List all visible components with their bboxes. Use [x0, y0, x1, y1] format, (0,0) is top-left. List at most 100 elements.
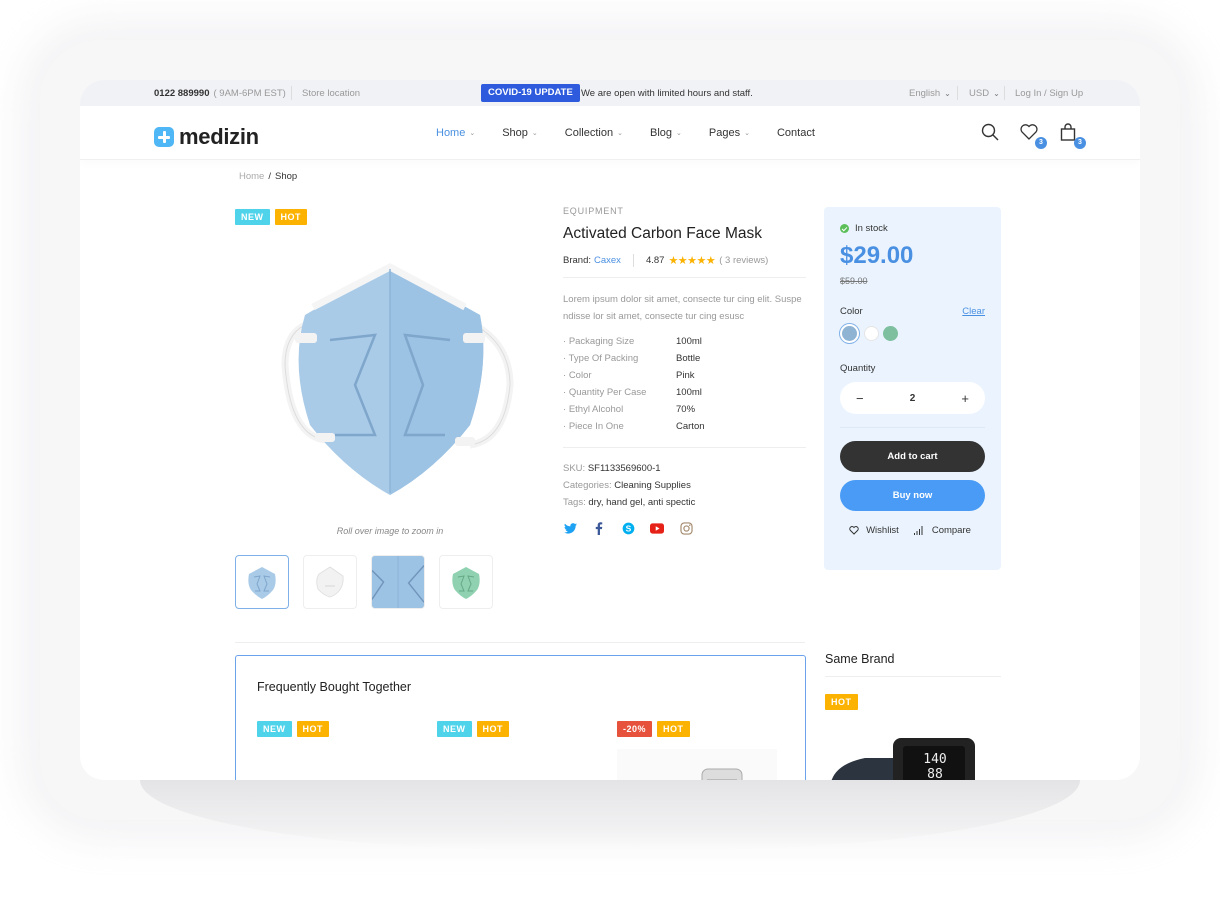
new-tag: NEW — [257, 721, 292, 737]
color-swatch-green[interactable] — [883, 326, 898, 341]
breadcrumb-home[interactable]: Home — [239, 171, 264, 182]
spec-row: Ethyl Alcohol70% — [563, 401, 806, 418]
instagram-icon — [679, 521, 693, 535]
product-info: SKU: SF1133569600-1 Categories: Cleaning… — [563, 460, 806, 511]
heart-icon — [849, 526, 859, 535]
quantity-value[interactable]: 2 — [910, 393, 916, 404]
instagram-share[interactable] — [679, 521, 693, 535]
thumbnail[interactable] — [303, 555, 357, 609]
white-mask-thumb — [316, 566, 344, 598]
nav-label: Blog — [649, 127, 673, 139]
nav-label: Home — [436, 127, 466, 139]
zoom-hint: Roll over image to zoom in — [336, 526, 444, 536]
check-circle-icon — [840, 224, 849, 233]
spec-value: 100ml — [676, 387, 702, 398]
product-title: Activated Carbon Face Mask — [563, 225, 763, 242]
thumbnail[interactable] — [371, 555, 425, 609]
spec-value: Bottle — [676, 353, 701, 364]
nav-label: Contact — [776, 127, 815, 139]
compare-label: Compare — [931, 525, 971, 536]
fbt-product-card[interactable]: NEW HOT — [437, 719, 597, 737]
compare-button[interactable]: Compare — [913, 525, 976, 536]
color-header: Color Clear — [840, 306, 985, 317]
product-description: Lorem ipsum dolor sit amet, consecte tur… — [563, 294, 802, 322]
add-to-cart-button[interactable]: Add to cart — [840, 441, 985, 472]
language-selector[interactable]: English ⌄ — [909, 88, 951, 99]
header-actions: 3 3 — [980, 122, 1097, 149]
nav-item-pages[interactable]: Pages ⌄ — [709, 127, 750, 139]
wishlist-count-badge: 3 — [1035, 137, 1047, 149]
purchase-panel: In stock $29.00 $59.00 Color Clear Quant… — [824, 207, 1001, 570]
color-label: Color — [840, 306, 863, 317]
tags-links[interactable]: dry, hand gel, anti spectic — [588, 497, 695, 508]
divider — [563, 447, 806, 448]
youtube-share[interactable] — [650, 521, 664, 535]
product-details: EQUIPMENT Activated Carbon Face Mask Bra… — [563, 206, 806, 535]
wishlist-button[interactable]: Wishlist — [849, 525, 904, 536]
increase-quantity-button[interactable]: + — [961, 391, 969, 406]
spec-key: Quantity Per Case — [563, 384, 676, 401]
cart-count-badge: 3 — [1074, 137, 1086, 149]
nav-item-home[interactable]: Home ⌄ — [436, 127, 475, 139]
same-brand-product[interactable]: 140 88 — [825, 730, 980, 780]
chevron-down-icon: ⌄ — [617, 130, 623, 137]
cart-button[interactable]: 3 — [1058, 122, 1086, 149]
covid-update-badge[interactable]: COVID-19 UPDATE — [481, 84, 580, 102]
nav-item-shop[interactable]: Shop ⌄ — [502, 127, 538, 139]
divider — [563, 277, 806, 278]
social-share: S — [563, 521, 806, 535]
currency-selector[interactable]: USD ⌄ — [969, 88, 1000, 99]
main-product-image[interactable] — [265, 255, 515, 505]
svg-text:S: S — [625, 523, 631, 533]
buy-now-button[interactable]: Buy now — [840, 480, 985, 511]
wishlist-button[interactable]: 3 — [1019, 122, 1047, 149]
sku-row: SKU: SF1133569600-1 — [563, 460, 806, 477]
thumbnail[interactable] — [439, 555, 493, 609]
wishlist-label: Wishlist — [866, 525, 899, 536]
nav-item-collection[interactable]: Collection ⌄ — [565, 127, 623, 139]
svg-text:140: 140 — [923, 752, 946, 767]
search-button[interactable] — [980, 122, 1002, 144]
fbt-product-card[interactable]: -20% HOT — [617, 719, 777, 780]
section-title: Frequently Bought Together — [257, 680, 412, 694]
compare-bars-icon — [913, 526, 923, 535]
original-price: $59.00 — [840, 276, 868, 286]
main-nav: Home ⌄ Shop ⌄ Collection ⌄ Blog ⌄ Pages ⌄ Con… — [436, 127, 842, 139]
browser-window: 0122 889990( 9AM-6PM EST) Store location… — [80, 80, 1140, 780]
nav-label: Collection — [564, 127, 614, 139]
brand-link[interactable]: Caxex — [594, 255, 621, 266]
business-hours: ( 9AM-6PM EST) — [213, 87, 286, 99]
blue-mask-thumb — [248, 567, 276, 599]
breadcrumb-current: Shop — [274, 171, 298, 182]
twitter-share[interactable] — [563, 521, 577, 535]
quantity-label: Quantity — [840, 363, 876, 374]
skype-share[interactable]: S — [621, 521, 635, 535]
facebook-share[interactable] — [592, 521, 606, 535]
divider — [1004, 86, 1005, 100]
nav-item-contact[interactable]: Contact — [777, 127, 815, 139]
current-price: $29.00 — [840, 242, 914, 269]
hot-tag: HOT — [274, 209, 307, 225]
reviews-link[interactable]: ( 3 reviews) — [719, 255, 768, 266]
spec-key: Type Of Packing — [563, 350, 676, 367]
divider — [957, 86, 958, 100]
nebulizer-image — [617, 749, 777, 780]
window-shadow — [140, 780, 1080, 850]
login-signup-link[interactable]: Log In / Sign Up — [1015, 88, 1083, 99]
color-swatch-white[interactable] — [864, 326, 879, 341]
youtube-icon — [650, 522, 664, 534]
chevron-down-icon: ⌄ — [944, 88, 951, 98]
phone-info: 0122 889990( 9AM-6PM EST) — [154, 88, 286, 99]
fbt-product-card[interactable]: NEW HOT — [257, 719, 417, 737]
categories-row: Categories: Cleaning Supplies — [563, 477, 806, 494]
thumbnail[interactable] — [235, 555, 289, 609]
category-link[interactable]: Cleaning Supplies — [614, 480, 691, 491]
color-swatch-blue[interactable] — [842, 326, 857, 341]
clear-color-link[interactable]: Clear — [962, 306, 985, 317]
store-location-link[interactable]: Store location — [302, 88, 360, 99]
product-tags: NEW HOT — [235, 207, 312, 225]
logo[interactable]: medizin — [154, 124, 259, 150]
nav-item-blog[interactable]: Blog ⌄ — [650, 127, 682, 139]
frequently-bought-together: Frequently Bought Together NEW HOT NEW HOT… — [235, 655, 806, 780]
decrease-quantity-button[interactable]: − — [856, 391, 864, 406]
